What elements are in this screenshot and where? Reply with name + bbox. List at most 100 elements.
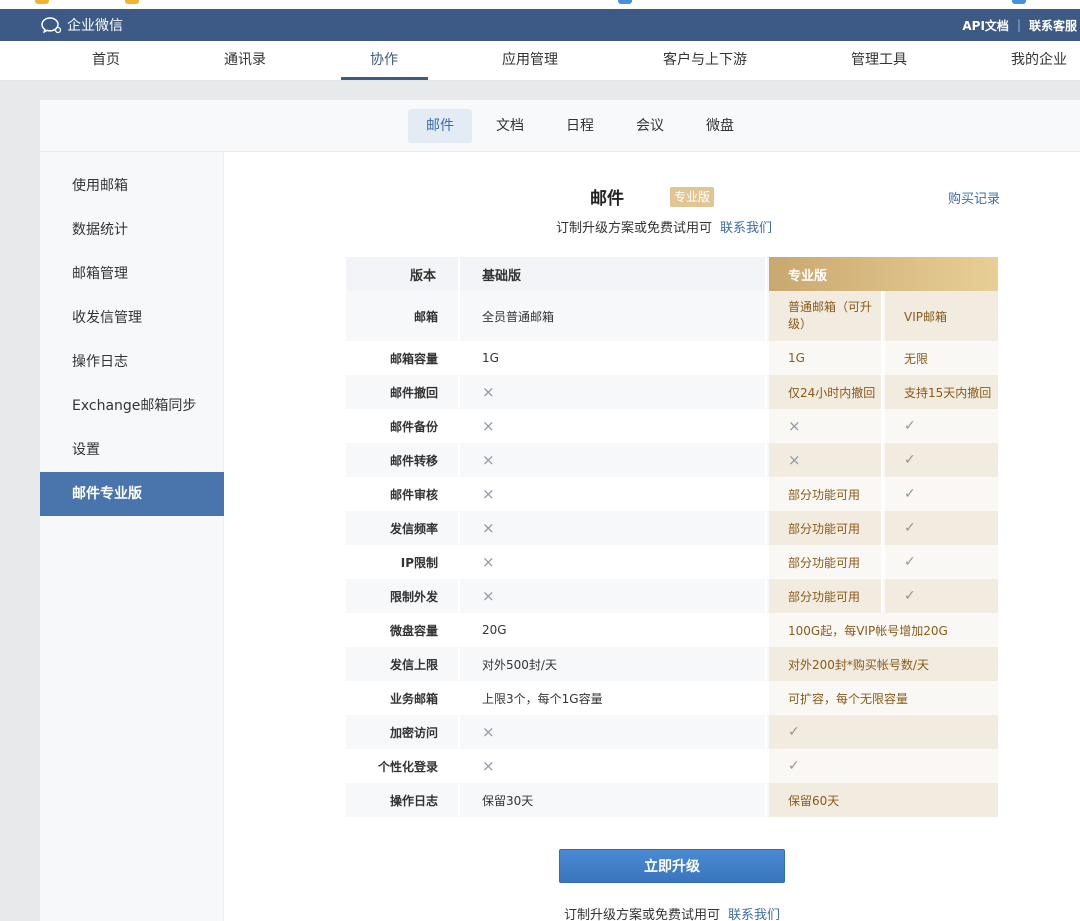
header-version: 版本 xyxy=(346,257,460,291)
basic-value: 1G xyxy=(482,351,499,365)
api-docs-link[interactable]: API文档 xyxy=(962,17,1009,34)
nav-my-enterprise[interactable]: 我的企业 xyxy=(1011,41,1067,81)
subtab-docs[interactable]: 文档 xyxy=(478,109,542,143)
nav-collaboration[interactable]: 协作 xyxy=(370,41,398,81)
cross-icon: × xyxy=(482,485,495,503)
nav-customers[interactable]: 客户与上下游 xyxy=(663,41,747,81)
sidebar-item-mailbox-management[interactable]: 邮箱管理 xyxy=(40,252,224,296)
upgrade-hint: 订制升级方案或免费试用可 联系我们 xyxy=(556,217,772,236)
app-logo[interactable]: 企业微信 xyxy=(40,9,123,41)
pro-value: 无限 xyxy=(904,351,929,366)
basic-value: 全员普通邮箱 xyxy=(482,309,555,324)
pro-vip-cell: 支持15天内撤回 xyxy=(885,375,998,409)
pro-edition-badge: 专业版 xyxy=(670,187,715,207)
subtab-meeting[interactable]: 会议 xyxy=(618,109,682,143)
contact-us-link[interactable]: 联系我们 xyxy=(720,221,772,236)
nav-active-indicator xyxy=(341,77,428,80)
nav-app-management[interactable]: 应用管理 xyxy=(502,41,558,81)
sidebar-item-statistics[interactable]: 数据统计 xyxy=(40,208,224,252)
pro-vip-cell: ✓ xyxy=(885,477,998,511)
pro-standard-cell: 部分功能可用 xyxy=(769,511,883,545)
sidebar-item-send-receive[interactable]: 收发信管理 xyxy=(40,296,224,340)
cross-icon: × xyxy=(482,451,495,469)
basic-value: 保留30天 xyxy=(482,793,534,808)
basic-cell: 保留30天 xyxy=(462,783,767,817)
pro-standard-cell: 仅24小时内撤回 xyxy=(769,375,883,409)
row-label: 限制外发 xyxy=(346,579,460,613)
table-row: 发信上限 对外500封/天 对外200封*购买帐号数/天 xyxy=(346,647,998,681)
basic-cell: 20G xyxy=(462,613,767,647)
contact-support-link[interactable]: 联系客服 xyxy=(1029,17,1077,34)
sidebar-item-mail-pro[interactable]: 邮件专业版 xyxy=(40,472,224,516)
check-icon: ✓ xyxy=(788,758,800,774)
cross-icon: × xyxy=(482,519,495,537)
nav-contacts[interactable]: 通讯录 xyxy=(224,41,266,81)
pro-standard-cell: 部分功能可用 xyxy=(769,579,883,613)
purchase-history-link[interactable]: 购买记录 xyxy=(948,188,1000,207)
table-row: 操作日志 保留30天 保留60天 xyxy=(346,783,998,817)
wecom-logo-icon xyxy=(41,17,62,34)
pro-value: 1G xyxy=(788,351,805,365)
pro-value: 仅24小时内撤回 xyxy=(788,385,876,400)
table-row: 限制外发 × 部分功能可用 ✓ xyxy=(346,579,998,613)
pro-value: 保留60天 xyxy=(788,793,840,808)
pro-vip-cell: ✓ xyxy=(885,443,998,477)
table-row: 邮件审核 × 部分功能可用 ✓ xyxy=(346,477,998,511)
subtab-mail[interactable]: 邮件 xyxy=(408,109,472,143)
cross-icon: × xyxy=(482,723,495,741)
upgrade-now-button[interactable]: 立即升级 xyxy=(559,849,785,883)
row-label: 操作日志 xyxy=(346,783,460,817)
pro-vip-cell: ✓ xyxy=(885,511,998,545)
cross-icon: × xyxy=(482,757,495,775)
sidebar-item-use-mailbox[interactable]: 使用邮箱 xyxy=(40,164,224,208)
edition-comparison-table: 版本 基础版 专业版 邮箱 全员普通邮箱 普通邮箱（可升级） VIP邮箱 邮箱容量 1G 1… xyxy=(346,257,998,817)
footer-note-text: 订制升级方案或免费试用可 xyxy=(564,908,721,921)
pro-value: 部分功能可用 xyxy=(788,589,861,604)
table-row: 邮件撤回 × 仅24小时内撤回 支持15天内撤回 xyxy=(346,375,998,409)
collab-subtabs: 邮件 文档 日程 会议 微盘 xyxy=(40,100,1080,152)
table-header-row: 版本 基础版 专业版 xyxy=(346,257,998,291)
pro-value: 部分功能可用 xyxy=(788,487,861,502)
pro-value: 100G起，每VIP帐号增加20G xyxy=(788,623,948,638)
check-icon: ✓ xyxy=(904,452,916,468)
nav-management-tools[interactable]: 管理工具 xyxy=(851,41,907,81)
check-icon: ✓ xyxy=(788,724,800,740)
basic-value: 对外500封/天 xyxy=(482,657,557,672)
browser-bookmark-strip xyxy=(0,0,1080,9)
pro-value: 部分功能可用 xyxy=(788,521,861,536)
row-label: 邮箱 xyxy=(346,291,460,341)
footer-contact-link[interactable]: 联系我们 xyxy=(728,908,780,921)
pro-value: 部分功能可用 xyxy=(788,555,861,570)
table-row: 邮箱容量 1G 1G 无限 xyxy=(346,341,998,375)
basic-cell: 全员普通邮箱 xyxy=(462,291,767,341)
cross-icon: × xyxy=(482,383,495,401)
pro-value: 普通邮箱（可升级） xyxy=(788,300,873,331)
check-icon: ✓ xyxy=(904,418,916,434)
pro-standard-cell: 1G xyxy=(769,341,883,375)
page-title: 邮件 xyxy=(590,189,624,209)
basic-cell: × xyxy=(462,375,767,409)
upgrade-hint-text: 订制升级方案或免费试用可 xyxy=(556,221,713,236)
sidebar-item-exchange-sync[interactable]: Exchange邮箱同步 xyxy=(40,384,224,428)
basic-cell: × xyxy=(462,545,767,579)
footer-note: 订制升级方案或免费试用可 联系我们 xyxy=(564,904,780,921)
table-row: 邮件转移 × × ✓ xyxy=(346,443,998,477)
row-label: 业务邮箱 xyxy=(346,681,460,715)
pro-vip-cell: ✓ xyxy=(885,579,998,613)
basic-cell: 上限3个，每个1G容量 xyxy=(462,681,767,715)
subtab-drive[interactable]: 微盘 xyxy=(688,109,752,143)
basic-cell: × xyxy=(462,749,767,783)
row-label: 发信频率 xyxy=(346,511,460,545)
subtab-schedule[interactable]: 日程 xyxy=(548,109,612,143)
sidebar-item-settings[interactable]: 设置 xyxy=(40,428,224,472)
pro-cell: 可扩容，每个无限容量 xyxy=(769,681,998,715)
table-row: 发信频率 × 部分功能可用 ✓ xyxy=(346,511,998,545)
pro-cell: ✓ xyxy=(769,715,998,749)
nav-home[interactable]: 首页 xyxy=(92,41,120,81)
check-icon: ✓ xyxy=(904,486,916,502)
pro-vip-cell: ✓ xyxy=(885,545,998,579)
basic-cell: × xyxy=(462,409,767,443)
sidebar-item-operation-log[interactable]: 操作日志 xyxy=(40,340,224,384)
main-nav: 首页 通讯录 协作 应用管理 客户与上下游 管理工具 我的企业 xyxy=(0,41,1080,81)
table-row: 邮箱 全员普通邮箱 普通邮箱（可升级） VIP邮箱 xyxy=(346,291,998,341)
